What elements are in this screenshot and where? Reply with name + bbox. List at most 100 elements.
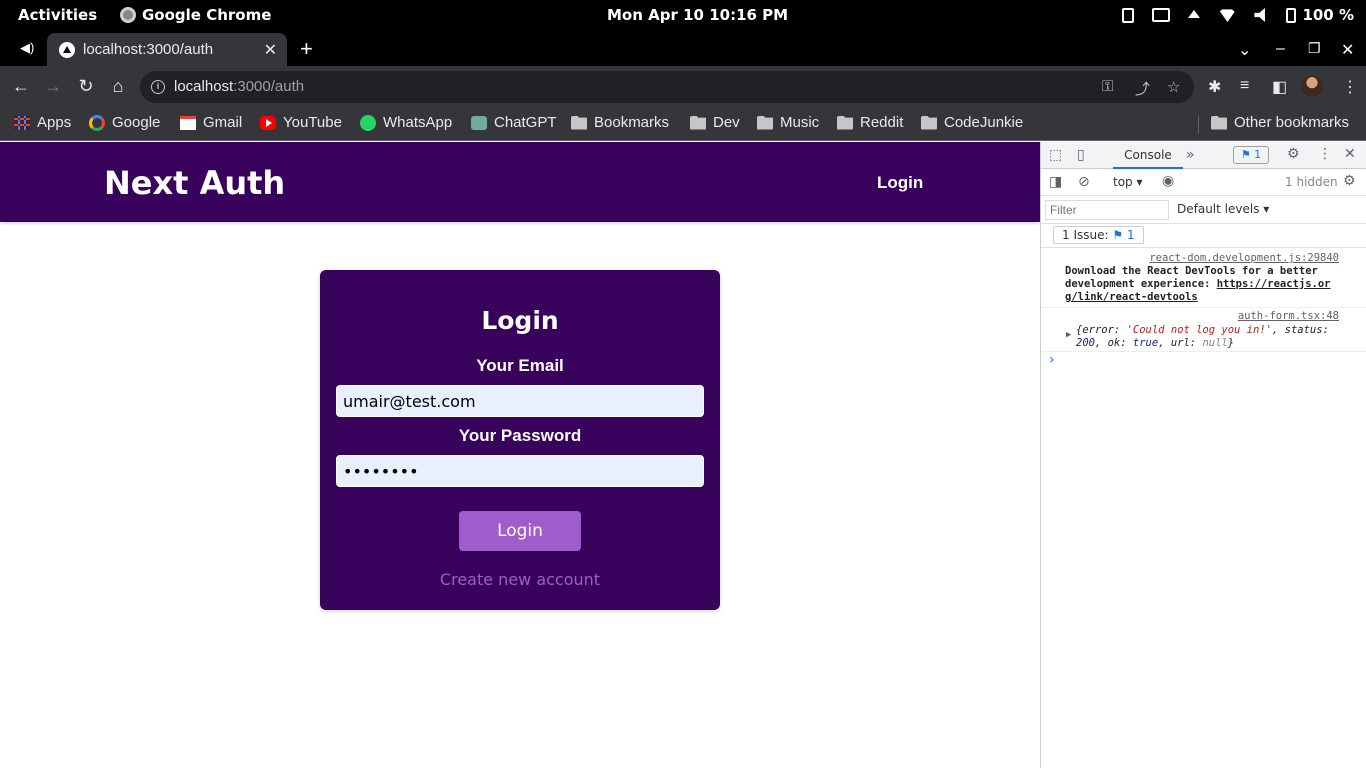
folder-icon (837, 115, 853, 130)
tab-strip: ◀) localhost:3000/auth ✕ + ⌄ – ❐ ✕ (0, 31, 1366, 66)
site-header: Next Auth Login (0, 142, 1040, 222)
message-source-link[interactable]: react-dom.development.js:29840 (1149, 252, 1339, 264)
bookmark-apps[interactable]: Apps (14, 114, 71, 131)
bookmark-folder-bookmarks[interactable]: Bookmarks (571, 114, 669, 131)
side-panel-icon[interactable]: ◧ (1272, 77, 1287, 97)
bookmark-folder-reddit[interactable]: Reddit (837, 114, 903, 131)
system-tray[interactable]: 100 % (1104, 6, 1354, 24)
message-source-link[interactable]: auth-form.tsx:48 (1238, 310, 1339, 322)
web-page: Next Auth Login Login Your Email Your Pa… (0, 142, 1040, 768)
eject-icon[interactable] (1188, 9, 1201, 18)
site-info-icon[interactable]: i (151, 80, 165, 94)
context-selector[interactable]: top ▾ (1113, 175, 1143, 189)
browser-tab[interactable]: localhost:3000/auth ✕ (47, 33, 287, 66)
filter-row: Default levels ▾ (1041, 196, 1366, 224)
kebab-menu-icon[interactable]: ⋮ (1318, 146, 1332, 162)
system-top-bar: Activities Google Chrome Mon Apr 10 10:1… (0, 0, 1366, 31)
bookmark-folder-music[interactable]: Music (757, 114, 819, 131)
password-label: Your Password (458, 426, 582, 445)
console-message: react-dom.development.js:29840 Download … (1041, 250, 1366, 308)
issues-chip[interactable]: 1 Issue: ⚑ 1 (1053, 226, 1144, 244)
restore-icon[interactable]: ❐ (1308, 40, 1321, 57)
clear-console-icon[interactable]: ⊘ (1078, 174, 1090, 190)
logged-object[interactable]: {error: 'Could not log you in!', status:… (1076, 324, 1329, 350)
share-icon[interactable]: ⤴ (1135, 78, 1150, 99)
bookmark-google[interactable]: Google (89, 114, 160, 131)
bookmark-folder-dev[interactable]: Dev (690, 114, 740, 131)
bookmark-folder-codejunkie[interactable]: CodeJunkie (921, 114, 1023, 131)
youtube-icon (260, 115, 276, 130)
login-submit-button[interactable]: Login (459, 511, 581, 551)
log-levels-dropdown[interactable]: Default levels ▾ (1177, 202, 1269, 216)
devtools-panel: ⬚ ▯ Console » ⚑ 1 ⚙ ⋮ ✕ ◨ ⊘ top ▾ ◉ 1 hi… (1040, 142, 1366, 768)
vercel-favicon-icon (59, 42, 75, 58)
key-icon[interactable]: ⚿ (1102, 78, 1113, 95)
forward-icon[interactable]: → (42, 76, 64, 97)
eye-icon[interactable]: ◉ (1162, 173, 1174, 189)
inspect-element-icon[interactable]: ⬚ (1049, 147, 1062, 163)
other-bookmarks[interactable]: Other bookmarks (1211, 114, 1349, 131)
hidden-count: 1 hidden (1285, 175, 1338, 189)
password-field[interactable] (336, 455, 704, 487)
bookmark-chatgpt[interactable]: ChatGPT (471, 114, 557, 131)
expand-triangle-icon[interactable]: ▶ (1066, 330, 1071, 340)
console-toolbar: ◨ ⊘ top ▾ ◉ 1 hidden ⚙ (1041, 169, 1366, 196)
settings-gear-icon[interactable]: ⚙ (1287, 146, 1300, 162)
reload-icon[interactable]: ↻ (75, 76, 97, 97)
bookmark-whatsapp[interactable]: WhatsApp (360, 114, 452, 131)
react-devtools-link-cont[interactable]: g/link/react-devtools (1065, 291, 1198, 303)
address-bar[interactable]: i localhost:3000/auth ⚿ ⤴ ☆ (140, 71, 1194, 103)
profile-avatar[interactable] (1301, 75, 1323, 97)
email-label: Your Email (476, 356, 564, 375)
wifi-icon (1218, 9, 1237, 22)
folder-icon (757, 115, 773, 130)
folder-icon (921, 115, 937, 130)
more-tabs-icon[interactable]: » (1186, 147, 1195, 163)
folder-icon (571, 115, 587, 130)
devtools-tab-bar: ⬚ ▯ Console » ⚑ 1 ⚙ ⋮ ✕ (1041, 142, 1366, 169)
bookmark-youtube[interactable]: YouTube (260, 114, 342, 131)
clipboard-icon[interactable] (1122, 7, 1135, 23)
new-tab-button[interactable]: + (300, 36, 313, 62)
url-text[interactable]: localhost:3000/auth (174, 78, 304, 95)
clock[interactable]: Mon Apr 10 10:16 PM (607, 6, 788, 24)
sidebar-toggle-icon[interactable]: ◨ (1049, 174, 1062, 190)
console-settings-icon[interactable]: ⚙ (1343, 173, 1356, 189)
speaker-icon[interactable]: ◀) (20, 40, 34, 56)
chrome-icon (120, 7, 136, 23)
activities-button[interactable]: Activities (18, 6, 97, 24)
extensions-icon[interactable]: ✱ (1208, 77, 1221, 97)
bookmarks-divider (1198, 116, 1199, 134)
media-control-icon[interactable]: ≡ (1240, 77, 1249, 95)
gmail-icon (180, 115, 196, 130)
display-icon[interactable] (1152, 8, 1171, 22)
message-text: Download the React DevTools for a better… (1065, 265, 1331, 303)
close-devtools-icon[interactable]: ✕ (1344, 146, 1356, 162)
whatsapp-icon (360, 114, 376, 131)
tab-search-icon[interactable]: ⌄ (1238, 40, 1251, 60)
issues-badge[interactable]: ⚑ 1 (1233, 146, 1269, 164)
react-devtools-link[interactable]: https://reactjs.or (1217, 278, 1331, 290)
create-account-link[interactable]: Create new account (320, 570, 720, 589)
bookmark-gmail[interactable]: Gmail (180, 114, 242, 131)
home-icon[interactable]: ⌂ (107, 76, 129, 97)
email-field[interactable] (336, 385, 704, 417)
issues-row: 1 Issue: ⚑ 1 (1041, 224, 1366, 248)
auth-form-card: Login Your Email Your Password Login Cre… (320, 270, 720, 610)
minimize-icon[interactable]: – (1276, 40, 1285, 58)
battery-percent: 100 % (1302, 6, 1354, 24)
star-icon[interactable]: ☆ (1167, 78, 1180, 96)
app-menu[interactable]: Google Chrome (120, 6, 271, 24)
close-tab-icon[interactable]: ✕ (264, 40, 277, 60)
device-toolbar-icon[interactable]: ▯ (1077, 147, 1085, 163)
filter-input[interactable] (1045, 200, 1169, 220)
apps-icon (14, 115, 30, 130)
site-logo[interactable]: Next Auth (104, 164, 285, 202)
bookmarks-bar: Apps Google Gmail YouTube WhatsApp ChatG… (0, 108, 1366, 141)
tab-console[interactable]: Console (1113, 142, 1183, 169)
console-prompt-chevron-icon[interactable]: › (1049, 352, 1055, 368)
close-window-icon[interactable]: ✕ (1341, 40, 1354, 60)
back-icon[interactable]: ← (10, 76, 32, 97)
nav-login-link[interactable]: Login (877, 173, 923, 193)
menu-icon[interactable]: ⋮ (1342, 77, 1358, 97)
